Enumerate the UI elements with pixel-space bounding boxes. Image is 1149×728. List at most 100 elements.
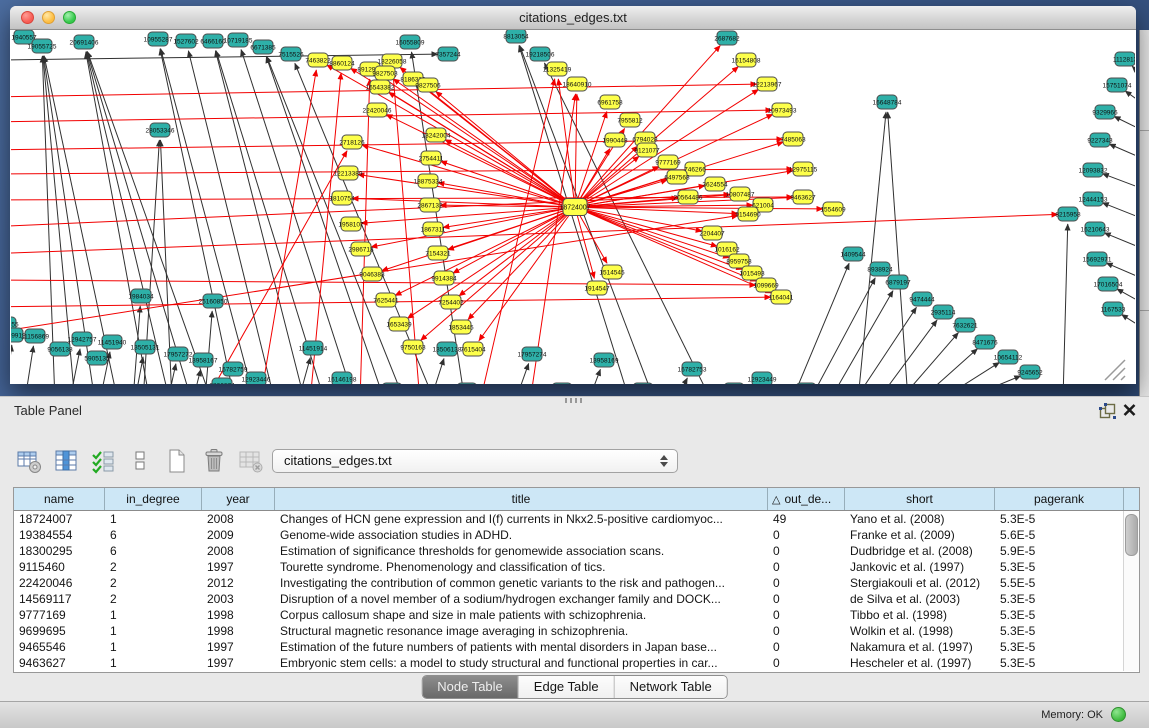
graph-node[interactable]: 1554609	[820, 202, 846, 216]
graph-node[interactable]: 10973493	[768, 103, 797, 117]
table-row[interactable]: 969969511998Structural magnetic resonanc…	[14, 623, 1124, 639]
resize-grip-icon[interactable]	[1121, 376, 1125, 380]
graph-node[interactable]: 1810754	[329, 191, 355, 205]
graph-node[interactable]: 7625441	[373, 293, 399, 307]
column-header-short[interactable]: short	[845, 488, 995, 510]
graph-node[interactable]: 16648784	[873, 95, 902, 109]
table-selector-dropdown[interactable]: citations_edges.txt	[272, 449, 678, 473]
rows-icon[interactable]	[127, 448, 153, 474]
graph-node[interactable]: 9245017	[379, 383, 405, 384]
graph-node[interactable]: 10955287	[144, 32, 173, 46]
graph-node[interactable]: 7615404	[460, 342, 486, 356]
graph-node[interactable]: 2687682	[714, 31, 740, 45]
graph-node[interactable]: 1958107	[338, 217, 364, 231]
graph-node[interactable]: 19218506	[526, 47, 555, 61]
graph-node[interactable]: 7955812	[617, 113, 643, 127]
graph-node[interactable]: 13958167	[189, 353, 218, 367]
graph-node[interactable]: 7254502	[549, 383, 575, 384]
graph-node[interactable]: 19055725	[28, 39, 57, 53]
graph-node[interactable]: 9046383	[359, 267, 385, 281]
table-row[interactable]: 2242004622012Investigating the contribut…	[14, 575, 1124, 591]
table-row[interactable]: 1830029562008Estimation of significance …	[14, 543, 1124, 559]
network-canvas[interactable]: 1872400774638228860124891295413226058982…	[11, 30, 1135, 384]
graph-node[interactable]: 9777169	[655, 155, 681, 169]
tab-network-table[interactable]: Network Table	[615, 676, 727, 698]
graph-node[interactable]: 9750163	[400, 340, 426, 354]
graph-node[interactable]: 1164041	[769, 290, 794, 304]
close-panel-icon[interactable]	[1123, 403, 1136, 417]
graph-node[interactable]: 9445102	[454, 383, 480, 384]
graph-node[interactable]: 9121077	[634, 143, 660, 157]
table-row[interactable]: 1938455462009Genome-wide association stu…	[14, 527, 1124, 543]
graph-node[interactable]: 8813054	[503, 30, 529, 43]
graph-node[interactable]: 1514545	[599, 265, 625, 279]
graph-node[interactable]: 7515526	[278, 47, 304, 61]
graph-node[interactable]: 8471676	[972, 335, 998, 349]
new-document-icon[interactable]	[164, 448, 190, 474]
graph-node[interactable]: 12942757	[68, 332, 97, 346]
graph-node[interactable]: 1167533	[1101, 302, 1126, 316]
minimize-window-button[interactable]	[42, 11, 55, 24]
graph-node[interactable]: 5905135	[84, 351, 110, 365]
graph-node[interactable]: 9154690	[735, 207, 761, 221]
table-scrollbar-thumb[interactable]	[1125, 514, 1138, 556]
table-row[interactable]: 1872400712008Changes of HCN gene express…	[14, 511, 1124, 527]
delete-trash-icon[interactable]	[201, 448, 227, 474]
graph-node[interactable]: 11451940	[98, 335, 127, 349]
graph-node[interactable]: 8860124	[329, 56, 355, 70]
graph-node[interactable]: 6497568	[664, 170, 690, 184]
graph-node[interactable]: 18875334	[414, 174, 443, 188]
graph-node[interactable]: 7485063	[780, 132, 806, 146]
graph-node[interactable]: 16782753	[678, 362, 707, 376]
graph-node[interactable]: 2867132	[417, 198, 443, 212]
graph-node[interactable]: 9463627	[790, 190, 816, 204]
graph-node[interactable]: 12444153	[1079, 192, 1108, 206]
table-settings-icon[interactable]	[16, 448, 42, 474]
graph-node[interactable]: 15751074	[1103, 78, 1132, 92]
graph-node[interactable]: 17016504	[1094, 277, 1123, 291]
zoom-window-button[interactable]	[63, 11, 76, 24]
graph-node[interactable]: 12923446	[242, 372, 271, 384]
column-view-icon[interactable]	[53, 448, 79, 474]
graph-node[interactable]: 7463822	[305, 53, 331, 67]
graph-node[interactable]: 1853445	[448, 320, 474, 334]
graph-node[interactable]: 2945013	[793, 383, 819, 384]
table-row[interactable]: 911546021997Tourette syndrome. Phenomeno…	[14, 559, 1124, 575]
float-panel-icon[interactable]	[1099, 403, 1116, 419]
graph-node[interactable]: 16210643	[1081, 222, 1110, 236]
graph-node[interactable]: 1990448	[602, 133, 628, 147]
graph-node[interactable]: 1653439	[386, 317, 412, 331]
graph-node[interactable]: 10654112	[994, 350, 1023, 364]
graph-node[interactable]: 12975115	[789, 162, 818, 176]
graph-node[interactable]: 7154321	[425, 246, 451, 260]
window-titlebar[interactable]: citations_edges.txt	[10, 6, 1136, 30]
graph-node[interactable]: 20691406	[70, 35, 99, 49]
graph-node[interactable]: 10719185	[224, 33, 253, 47]
graph-node[interactable]: 16782759	[219, 362, 248, 376]
graph-node[interactable]: 9827503	[372, 66, 398, 80]
graph-node[interactable]: 6671385	[250, 40, 276, 54]
graph-node[interactable]: 9474444	[909, 292, 935, 306]
graph-node[interactable]: 9056138	[47, 342, 73, 356]
graph-node[interactable]: 6879197	[885, 275, 911, 289]
graph-node[interactable]: 6466160	[200, 34, 226, 48]
graph-node[interactable]: 16154808	[732, 53, 761, 67]
graph-node[interactable]: 16146198	[328, 372, 357, 384]
graph-node[interactable]: 2935114	[931, 305, 956, 319]
graph-node[interactable]: 9329966	[1092, 105, 1118, 119]
column-header-pagerank[interactable]: pagerank	[995, 488, 1124, 510]
table-row[interactable]: 1456911722003Disruption of a novel membe…	[14, 591, 1124, 607]
table-row[interactable]: 977716911998Corpus callosum shape and si…	[14, 607, 1124, 623]
close-window-button[interactable]	[21, 11, 34, 24]
graph-node[interactable]: 12093832	[1079, 163, 1108, 177]
graph-node[interactable]: 1914547	[584, 281, 610, 295]
graph-node[interactable]: 11156869	[21, 329, 49, 343]
graph-node[interactable]: 1527602	[173, 34, 199, 48]
tab-edge-table[interactable]: Edge Table	[519, 676, 615, 698]
graph-node[interactable]: 18724007	[559, 199, 590, 216]
table-scrollbar[interactable]	[1123, 511, 1139, 671]
graph-node[interactable]: 1867311	[421, 222, 446, 236]
graph-node[interactable]: 2204407	[699, 226, 725, 240]
row-select-icon[interactable]	[90, 448, 116, 474]
graph-node[interactable]: 16543382	[366, 80, 395, 94]
